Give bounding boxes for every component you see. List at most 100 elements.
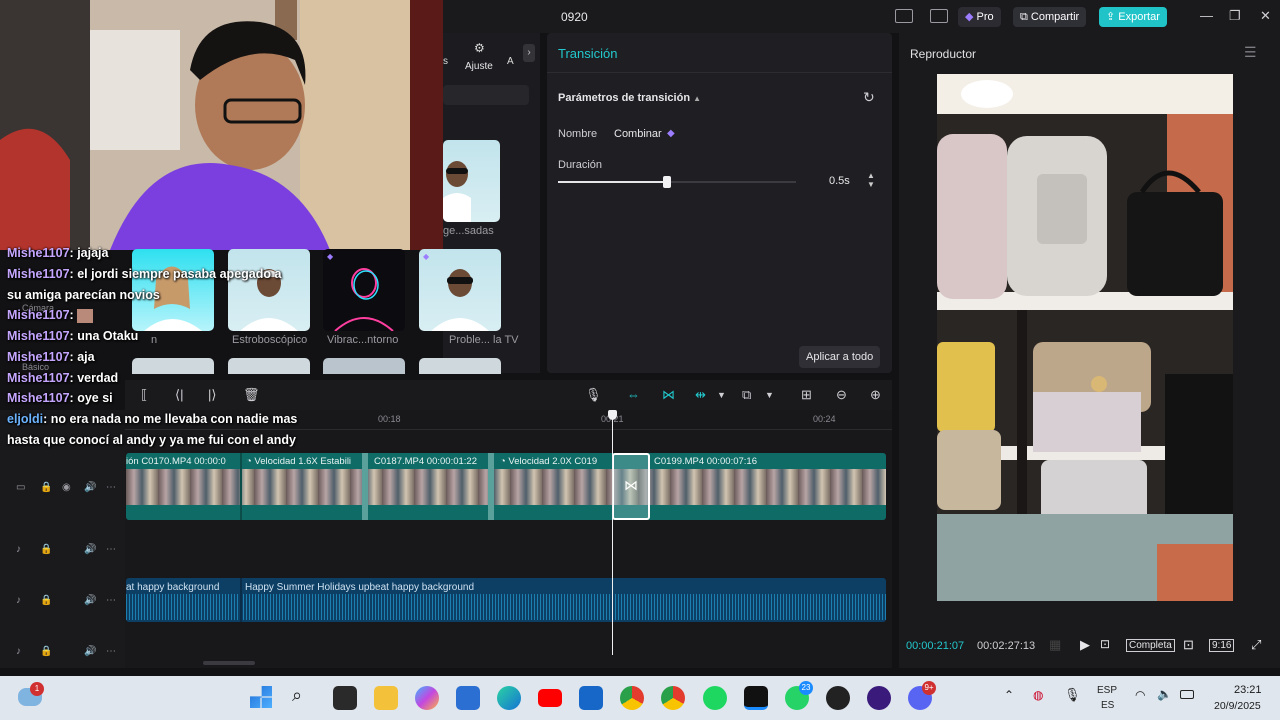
fit-screen-icon[interactable]: ⊡	[1183, 637, 1194, 653]
effect-thumbnail[interactable]	[419, 358, 501, 374]
wifi-icon[interactable]: ◠	[1135, 688, 1145, 702]
capcut-icon[interactable]	[744, 686, 768, 710]
tab-ajuste[interactable]: Ajuste	[465, 61, 493, 72]
lock-icon[interactable]: 🔒	[40, 482, 52, 493]
playhead[interactable]	[612, 410, 613, 655]
copilot-icon[interactable]	[415, 686, 439, 710]
clock-time[interactable]: 23:21	[1234, 684, 1262, 696]
more-icon[interactable]: ⋯	[106, 544, 116, 555]
trim-left-icon[interactable]: ⟨|	[175, 387, 183, 403]
effect-thumbnail[interactable]	[228, 358, 310, 374]
params-section-title[interactable]: Parámetros de transición ▲	[558, 92, 701, 104]
more-icon[interactable]: ⋯	[106, 646, 116, 657]
task-view-icon[interactable]	[333, 686, 357, 710]
link-main-track-icon[interactable]: ⇔	[627, 387, 640, 402]
preview-axis-icon[interactable]: ⧉	[742, 387, 751, 403]
shortcuts-icon[interactable]	[930, 9, 948, 23]
app-circle-icon[interactable]	[867, 686, 891, 710]
panel-title[interactable]: Transición	[558, 46, 617, 61]
more-icon[interactable]: ⋯	[106, 482, 116, 493]
volume-icon[interactable]: 🔊	[84, 646, 96, 657]
volume-icon[interactable]: 🔊	[84, 482, 96, 493]
params-title-text: Parámetros de transición	[558, 92, 691, 104]
battery-icon[interactable]	[1180, 690, 1194, 699]
keyboard-layout[interactable]: ES	[1101, 700, 1114, 711]
playhead-handle[interactable]	[608, 410, 617, 420]
effect-thumbnail[interactable]: ◆	[323, 249, 405, 331]
spotify-icon[interactable]	[703, 686, 727, 710]
edge-icon[interactable]	[497, 686, 521, 710]
effect-thumbnail[interactable]	[132, 358, 214, 374]
audio-track-icon: ♪	[16, 544, 21, 555]
language-indicator[interactable]: ESP	[1097, 685, 1117, 696]
media-search-bar[interactable]	[443, 85, 529, 105]
layout-icon[interactable]	[895, 9, 913, 23]
lock-icon[interactable]: 🔒	[40, 595, 52, 606]
horizontal-scrollbar[interactable]	[203, 661, 255, 665]
pro-button[interactable]: ◆ Pro	[958, 7, 1001, 27]
obs-icon[interactable]	[826, 686, 850, 710]
microphone-icon[interactable]: 🎙	[585, 387, 602, 403]
more-icon[interactable]: ⋯	[106, 595, 116, 606]
share-button[interactable]: ⧉ Compartir	[1013, 7, 1087, 27]
export-button[interactable]: ⇪ Exportar	[1099, 7, 1167, 27]
duration-slider-handle[interactable]	[663, 176, 671, 188]
chrome-profile-icon[interactable]	[661, 686, 685, 710]
transition-marker[interactable]: ⋈	[612, 453, 650, 520]
tray-app-icon[interactable]: ◍	[1033, 688, 1043, 702]
close-icon[interactable]: ✕	[1260, 8, 1271, 24]
zoom-out-icon[interactable]: ⊖	[836, 387, 847, 403]
effect-thumbnail[interactable]	[228, 249, 310, 331]
trim-right-icon[interactable]: |⟩	[208, 387, 216, 403]
reset-icon[interactable]: ↻	[863, 89, 875, 106]
maximize-icon[interactable]: ❐	[1229, 8, 1241, 24]
video-track[interactable]: ión C0170.MP4 00:00:0 ◔ Velocidad 1.6X E…	[126, 453, 886, 520]
tab-partial-right[interactable]: A	[507, 56, 514, 67]
volume-icon[interactable]: 🔊	[84, 595, 96, 606]
chrome-icon[interactable]	[620, 686, 644, 710]
windows-start-icon[interactable]	[250, 686, 272, 708]
trash-icon[interactable]: 🗑	[243, 387, 260, 403]
mic-tray-icon[interactable]: 🎙	[1064, 687, 1081, 703]
effect-thumbnail[interactable]	[323, 358, 405, 374]
search-icon[interactable]: ⌕	[292, 685, 302, 706]
outlook-icon[interactable]	[579, 686, 603, 710]
view-complete-button[interactable]: Completa	[1126, 639, 1175, 652]
menu-icon[interactable]: ☰	[1244, 44, 1257, 61]
speaker-icon[interactable]: 🔈	[1157, 687, 1172, 701]
effect-thumbnail[interactable]	[443, 140, 500, 222]
stepper-arrows-icon[interactable]: ▲ ▼	[867, 171, 875, 189]
store-icon[interactable]	[456, 686, 480, 710]
fullscreen-icon[interactable]: ⤢	[1251, 637, 1261, 653]
chevron-down-icon[interactable]: ▼	[765, 390, 774, 400]
clock-date[interactable]: 20/9/2025	[1214, 700, 1261, 712]
chevron-down-icon[interactable]: ▼	[717, 390, 726, 400]
snapshot-icon[interactable]: ⊞	[801, 387, 812, 403]
audio-track-icon: ♪	[16, 646, 21, 657]
chevron-right-icon[interactable]: ›	[523, 44, 535, 62]
apply-all-button[interactable]: Aplicar a todo	[799, 346, 881, 368]
minimize-icon[interactable]: —	[1200, 8, 1213, 23]
file-explorer-icon[interactable]	[374, 686, 398, 710]
split-icon[interactable]: ⟦	[141, 387, 147, 403]
duration-stepper[interactable]: 0.5s ▲ ▼	[819, 171, 879, 191]
aspect-ratio-button[interactable]: 9:16	[1209, 639, 1235, 652]
tray-chevron-icon[interactable]: ⌃	[1004, 688, 1014, 702]
magnet-icon[interactable]: ⋈	[662, 387, 675, 403]
youtube-icon[interactable]	[538, 689, 562, 707]
eye-icon[interactable]: ◉	[62, 482, 71, 493]
clip-divider	[488, 453, 494, 520]
tab-partial-left[interactable]: s	[443, 56, 448, 67]
video-preview[interactable]	[937, 74, 1233, 601]
lock-icon[interactable]: 🔒	[40, 544, 52, 555]
cover-icon[interactable]: ▭	[16, 482, 25, 493]
frame-export-icon[interactable]: ⊡	[1100, 637, 1110, 651]
lock-icon[interactable]: 🔒	[40, 646, 52, 657]
pro-label: Pro	[976, 11, 994, 23]
volume-icon[interactable]: 🔊	[84, 544, 96, 555]
effect-thumbnail[interactable]: ◆	[419, 249, 501, 331]
audio-track[interactable]: at happy background Happy Summer Holiday…	[126, 578, 886, 622]
link-icon[interactable]: ⇹	[695, 387, 706, 403]
zoom-in-icon[interactable]: ⊕	[870, 387, 881, 403]
play-icon[interactable]: ▶	[1080, 637, 1090, 653]
